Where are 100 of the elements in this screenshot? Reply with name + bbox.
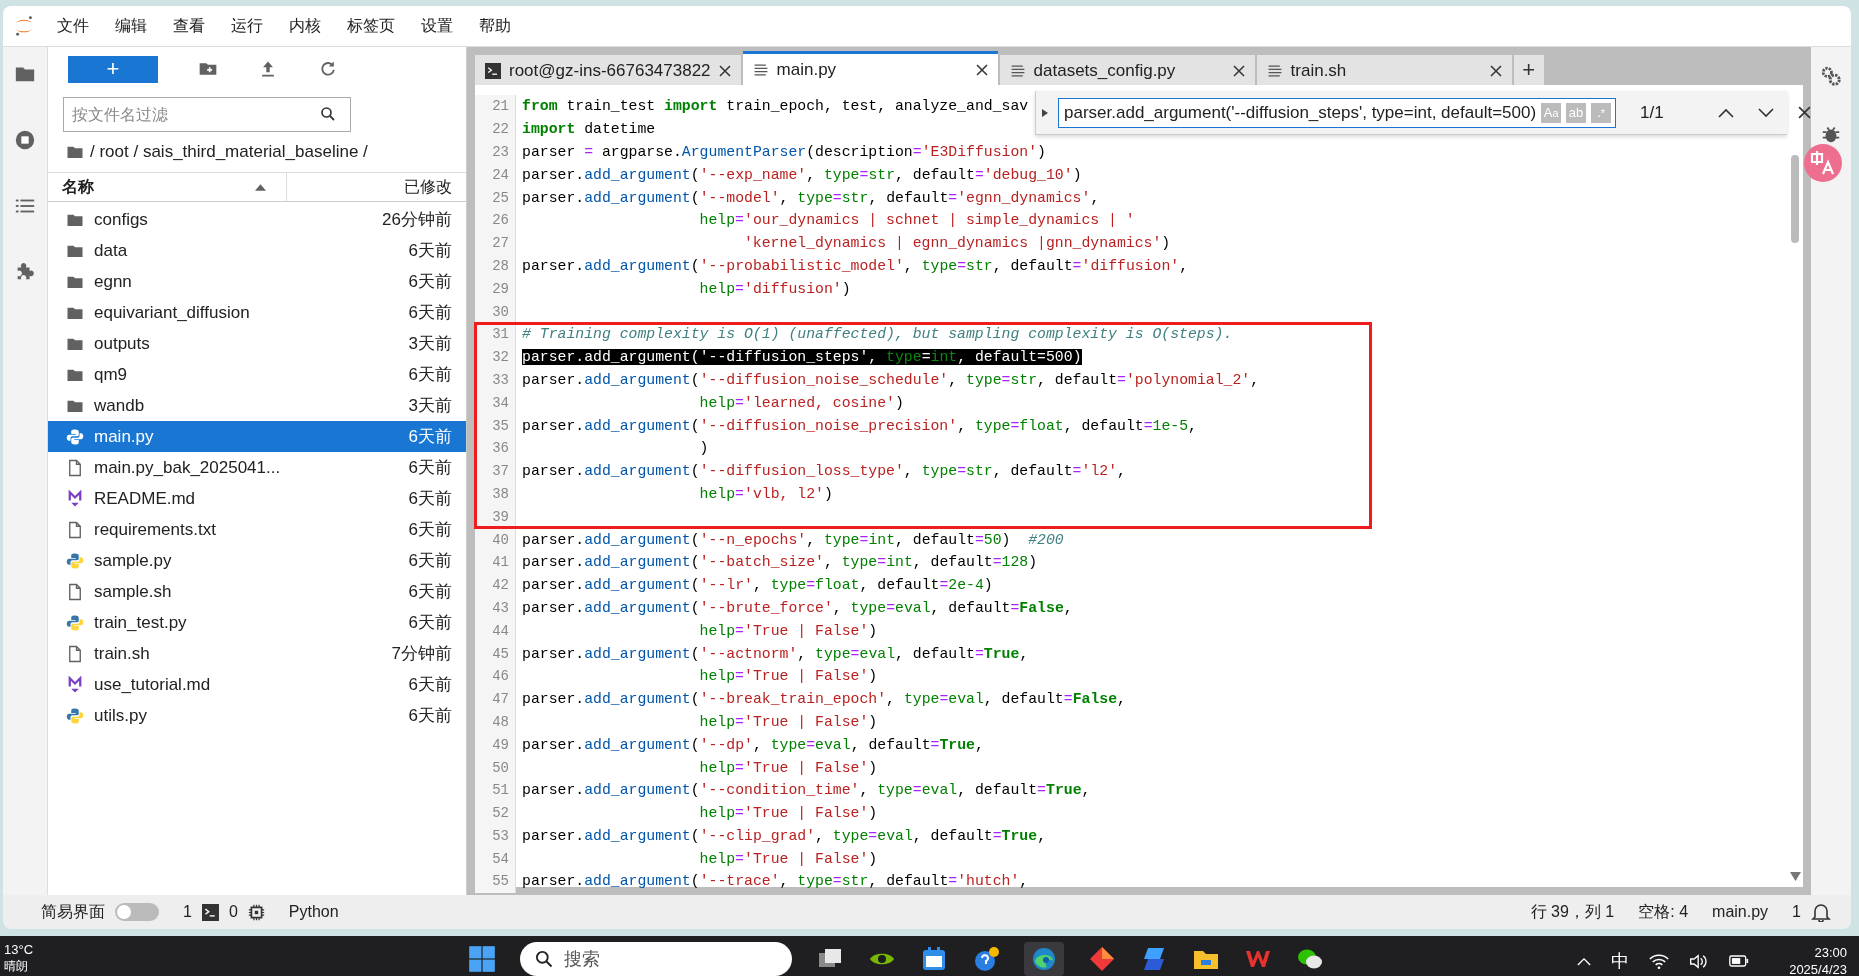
- battery-icon[interactable]: [1729, 955, 1750, 967]
- expand-caret-icon[interactable]: [1042, 108, 1048, 117]
- modified-time: 7分钟前: [391, 643, 452, 665]
- code-line: help='True | False'): [698, 850, 878, 867]
- sort-up-icon: [255, 183, 266, 191]
- file-row[interactable]: qm9 6天前: [48, 359, 466, 390]
- wifi-icon[interactable]: [1649, 952, 1670, 970]
- name-column-header[interactable]: 名称: [48, 173, 287, 201]
- code-line: 'kernel_dynamics | egnn_dynamics |gnn_dynamics'): [743, 235, 1171, 252]
- browser-icon[interactable]: [1030, 945, 1058, 973]
- modified-time: 6天前: [408, 581, 452, 603]
- file-icon: [66, 582, 84, 601]
- chevron-up-icon[interactable]: [1717, 107, 1734, 118]
- file-row[interactable]: wandb 3天前: [48, 390, 466, 421]
- close-icon[interactable]: [1489, 65, 1502, 77]
- file-name: wandb: [94, 395, 146, 416]
- python-file-icon: [66, 613, 84, 632]
- code-line: parser.add_argument('--brute_force', type=eval, default=False,: [522, 599, 1073, 616]
- terminal-icon[interactable]: [201, 903, 219, 921]
- file-row[interactable]: equivariant_diffusion 6天前: [48, 297, 466, 328]
- file-row[interactable]: utils.py 6天前: [48, 700, 466, 731]
- calendar-app-icon[interactable]: [920, 945, 948, 973]
- indent-setting[interactable]: 空格: 4: [1638, 901, 1689, 923]
- app-logo-icon: [13, 14, 35, 38]
- close-icon[interactable]: [1797, 106, 1811, 119]
- editor-tab[interactable]: root@gz-ins-66763473822: [475, 55, 741, 85]
- help-app-icon[interactable]: [972, 945, 1000, 973]
- file-name: main.py: [94, 426, 155, 447]
- breadcrumb-path[interactable]: / root / sais_third_material_baseline /: [90, 142, 368, 162]
- line-number: 44: [475, 619, 516, 643]
- file-name: configs: [94, 209, 149, 230]
- file-row[interactable]: train_test.py 6天前: [48, 607, 466, 638]
- volume-icon[interactable]: [1689, 952, 1710, 970]
- menu-item[interactable]: 编辑: [115, 15, 147, 37]
- file-row[interactable]: use_tutorial.md 6天前: [48, 669, 466, 700]
- code-line: parser.add_argument('--n_epochs', type=int, default=50) #200: [522, 531, 1064, 548]
- modified-time: 6天前: [408, 457, 452, 479]
- taskbar-search-field[interactable]: 搜索: [520, 942, 792, 976]
- menu-item[interactable]: 内核: [289, 15, 321, 37]
- menu-item[interactable]: 查看: [173, 15, 205, 37]
- line-number: 30: [475, 300, 516, 323]
- code-line: help='True | False'): [698, 622, 878, 639]
- weather-condition: 晴朗: [4, 958, 29, 974]
- new-tab-button[interactable]: +: [1513, 55, 1544, 85]
- close-icon[interactable]: [975, 63, 988, 76]
- input-method-indicator[interactable]: 中: [1611, 949, 1630, 973]
- file-row[interactable]: main.py 6天前: [48, 421, 466, 452]
- line-number: 53: [475, 824, 516, 848]
- new-launcher-button[interactable]: +: [68, 55, 158, 83]
- code-line: parser.add_argument('--diffusion_loss_type', type=str, default='l2',: [522, 463, 1126, 480]
- menu-item[interactable]: 标签页: [347, 15, 395, 37]
- bell-icon[interactable]: [1811, 902, 1831, 922]
- scroll-down-icon[interactable]: [1790, 872, 1801, 881]
- file-row[interactable]: egnn 6天前: [48, 266, 466, 297]
- kernel-name[interactable]: Python: [288, 903, 339, 921]
- line-number: 21: [475, 95, 516, 118]
- windows-logo-icon[interactable]: [468, 945, 496, 973]
- file-row[interactable]: outputs 3天前: [48, 328, 466, 359]
- cursor-position[interactable]: 行 39，列 1: [1530, 901, 1615, 923]
- code-line: parser.add_argument('--diffusion_noise_schedule', type=str, default='polynomial_2',: [522, 371, 1260, 388]
- diamond-app-icon[interactable]: [1088, 945, 1116, 973]
- editor-tab[interactable]: datasets_config.py: [999, 55, 1255, 85]
- menu-item[interactable]: 设置: [421, 15, 453, 37]
- gears-icon[interactable]: [1820, 65, 1842, 87]
- scrollbar-thumb[interactable]: [1791, 155, 1799, 243]
- chip-icon[interactable]: [247, 903, 265, 921]
- menu-item[interactable]: 文件: [57, 15, 89, 37]
- line-number: 35: [475, 414, 516, 437]
- clock-date[interactable]: 2025/4/23: [1789, 961, 1847, 976]
- file-row[interactable]: sample.py 6天前: [48, 545, 466, 576]
- modified-time: 6天前: [408, 302, 452, 324]
- modified-column-header[interactable]: 已修改: [287, 173, 466, 201]
- menu-item[interactable]: 运行: [231, 15, 263, 37]
- chevron-down-icon[interactable]: [1757, 107, 1774, 118]
- line-number: 45: [475, 642, 516, 665]
- translate-icon[interactable]: [1803, 143, 1843, 183]
- menu-item[interactable]: 帮助: [479, 15, 511, 37]
- editor-tab[interactable]: main.py: [742, 51, 998, 85]
- file-row[interactable]: data 6天前: [48, 235, 466, 266]
- temperature: 13°C: [4, 942, 35, 958]
- close-icon[interactable]: [718, 65, 731, 77]
- refresh-icon[interactable]: [318, 59, 338, 79]
- file-row[interactable]: README.md 6天前: [48, 483, 466, 514]
- simple-mode-toggle[interactable]: [115, 903, 159, 921]
- code-line: import datetime: [522, 121, 656, 138]
- close-icon[interactable]: [1232, 65, 1245, 77]
- code-line: from train_test import train_epoch, test, analyze_and_sav: [522, 98, 1029, 115]
- filter-field[interactable]: 按文件名过滤: [63, 97, 351, 132]
- file-row[interactable]: sample.sh 6天前: [48, 576, 466, 607]
- file-row[interactable]: configs 26分钟前: [48, 204, 466, 235]
- file-name: main.py_bak_2025041...: [94, 457, 282, 478]
- file-row[interactable]: train.sh 7分钟前: [48, 638, 466, 669]
- file-row[interactable]: requirements.txt 6天前: [48, 514, 466, 545]
- file-row[interactable]: main.py_bak_2025041... 6天前: [48, 452, 466, 483]
- code-line: parser.add_argument('--clip_grad', type=eval, default=True,: [522, 827, 1046, 844]
- stop-icon[interactable]: [14, 129, 36, 151]
- clock-time[interactable]: 23:00: [1814, 944, 1847, 961]
- code-line: parser.add_argument('--probabilistic_model', type=str, default='diffusion',: [522, 257, 1189, 274]
- editor-tab[interactable]: train.sh: [1256, 55, 1512, 85]
- modified-time: 6天前: [408, 674, 452, 696]
